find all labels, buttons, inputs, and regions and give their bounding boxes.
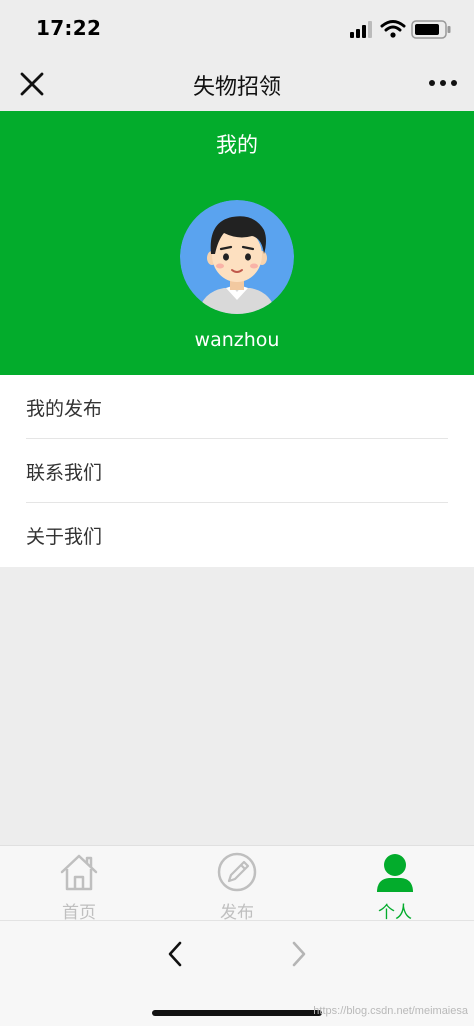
home-icon xyxy=(59,852,99,892)
status-time: 17:22 xyxy=(36,16,102,40)
battery-icon xyxy=(411,20,451,39)
browser-bar: https://blog.csdn.net/meimaiesa xyxy=(0,920,474,1026)
edit-icon xyxy=(217,852,257,892)
menu-item-my-posts[interactable]: 我的发布 xyxy=(0,375,474,439)
user-icon xyxy=(375,852,415,892)
tab-publish[interactable]: 发布 xyxy=(158,846,316,923)
chevron-left-icon[interactable] xyxy=(160,937,190,971)
home-indicator xyxy=(152,1010,322,1016)
tab-profile[interactable]: 个人 xyxy=(316,846,474,923)
avatar xyxy=(180,200,294,314)
menu-item-label: 我的发布 xyxy=(26,398,103,420)
watermark: https://blog.csdn.net/meimaiesa xyxy=(313,1005,468,1017)
menu-item-about-us[interactable]: 关于我们 xyxy=(0,503,474,567)
nav-bar: 失物招领 xyxy=(0,60,474,111)
signal-icon xyxy=(350,21,372,38)
nav-title: 失物招领 xyxy=(192,75,281,100)
status-bar: 17:22 xyxy=(0,0,474,60)
wifi-icon xyxy=(380,20,406,38)
menu-list: 我的发布 联系我们 关于我们 xyxy=(0,375,474,567)
username: wanzhou xyxy=(194,329,280,351)
menu-item-label: 联系我们 xyxy=(26,462,103,484)
menu-item-contact-us[interactable]: 联系我们 xyxy=(0,439,474,503)
page-title: 我的 xyxy=(216,133,258,157)
tab-home[interactable]: 首页 xyxy=(0,846,158,923)
more-icon[interactable] xyxy=(428,73,458,93)
menu-item-label: 关于我们 xyxy=(26,526,103,548)
tab-bar: 首页 发布 个人 xyxy=(0,845,474,923)
status-icons xyxy=(346,18,456,42)
profile-header: 我的 wanzhou xyxy=(0,111,474,375)
chevron-right-icon[interactable] xyxy=(284,937,314,971)
